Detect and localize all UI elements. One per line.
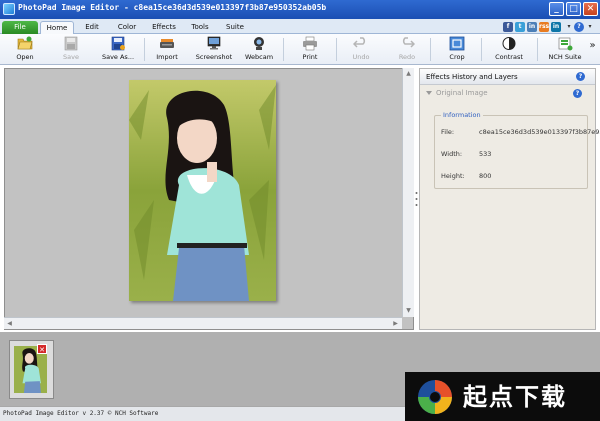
layer-item-original[interactable]: Original Image ?: [420, 87, 595, 100]
undo-label: Undo: [352, 53, 370, 61]
app-icon: [3, 3, 15, 15]
tab-tools[interactable]: Tools: [186, 21, 214, 34]
open-button[interactable]: Open: [8, 35, 42, 64]
open-label: Open: [16, 53, 34, 61]
tab-suite[interactable]: Suite: [222, 21, 248, 34]
collapse-triangle-icon[interactable]: [426, 91, 432, 95]
information-group: Information File: c8ea15ce36d3d539e01339…: [434, 111, 600, 189]
effects-history-panel: Effects History and Layers ? Original Im…: [419, 68, 600, 330]
minimize-button[interactable]: _: [549, 2, 564, 16]
save-as-label: Save As...: [101, 53, 135, 61]
save-as-icon: [111, 36, 125, 51]
contrast-button[interactable]: Contrast: [491, 35, 527, 64]
contrast-icon: [502, 37, 516, 50]
printer-icon: [303, 36, 317, 51]
toolbar: Open Save Save As... Import Screenshot W…: [0, 34, 600, 65]
file-label: File:: [441, 128, 455, 136]
watermark-logo-icon: [418, 380, 452, 414]
panel-title: Effects History and Layers: [426, 73, 518, 81]
undo-icon: [353, 37, 366, 48]
webcam-label: Webcam: [244, 53, 274, 61]
redo-button[interactable]: Redo: [394, 35, 420, 64]
save-as-button[interactable]: Save As...: [98, 35, 138, 64]
maximize-button[interactable]: □: [566, 2, 581, 16]
redo-label: Redo: [398, 53, 416, 61]
print-label: Print: [302, 53, 318, 61]
window-title: PhotoPad Image Editor - c8ea15ce36d3d539…: [18, 3, 327, 12]
watermark-text: 起点下载: [463, 383, 567, 411]
webcam-button[interactable]: Webcam: [243, 35, 275, 64]
import-label: Import: [156, 53, 178, 61]
layer-name: Original Image: [436, 89, 488, 97]
panel-splitter-handle[interactable]: [415, 190, 418, 208]
facebook-icon[interactable]: f: [503, 22, 513, 32]
tab-home[interactable]: Home: [40, 21, 74, 34]
scanner-icon: [160, 39, 174, 48]
redo-icon: [402, 37, 415, 48]
toolbar-separator: [430, 38, 431, 61]
toolbar-separator: [537, 38, 538, 61]
tab-effects[interactable]: Effects: [148, 21, 180, 34]
toolbar-separator: [481, 38, 482, 61]
scroll-up-icon[interactable]: ▲: [403, 68, 414, 79]
toolbar-separator: [336, 38, 337, 61]
nch-suite-button[interactable]: NCH Suite: [545, 35, 585, 64]
tab-color[interactable]: Color: [112, 21, 142, 34]
floppy-disk-icon: [64, 36, 78, 51]
tab-edit[interactable]: Edit: [78, 21, 106, 34]
undo-button[interactable]: Undo: [348, 35, 374, 64]
rss-icon[interactable]: rss: [539, 22, 549, 32]
photo-image: [129, 80, 276, 301]
canvas-vertical-scrollbar[interactable]: ▲ ▼: [402, 68, 414, 317]
watermark-banner: 起点下载: [405, 372, 600, 421]
crop-button[interactable]: Crop: [443, 35, 471, 64]
edited-photo[interactable]: [129, 80, 276, 301]
twitter-icon[interactable]: t: [515, 22, 525, 32]
status-text: PhotoPad Image Editor v 2.37 © NCH Softw…: [3, 410, 159, 417]
layer-help-icon[interactable]: ?: [573, 89, 582, 98]
close-button[interactable]: ✕: [583, 2, 598, 16]
file-value: c8ea15ce36d3d539e013397f3b87e95: [479, 128, 600, 136]
height-value: 800: [479, 172, 492, 180]
webcam-icon: [254, 37, 264, 50]
tab-file[interactable]: File: [2, 21, 38, 34]
panel-help-icon[interactable]: ?: [576, 72, 585, 81]
crop-icon: [449, 36, 465, 51]
width-label: Width:: [441, 150, 463, 158]
canvas-horizontal-scrollbar[interactable]: ◀ ▶: [4, 317, 402, 329]
chevron-down-icon[interactable]: ▾: [564, 22, 574, 32]
linkedin-icon[interactable]: in: [551, 22, 561, 32]
crop-label: Crop: [449, 53, 465, 61]
digg-icon[interactable]: in: [527, 22, 537, 32]
width-value: 533: [479, 150, 492, 158]
screenshot-button[interactable]: Screenshot: [192, 35, 236, 64]
title-bar: PhotoPad Image Editor - c8ea15ce36d3d539…: [0, 0, 600, 19]
information-legend: Information: [441, 111, 483, 119]
scroll-left-icon[interactable]: ◀: [4, 318, 15, 329]
import-button[interactable]: Import: [150, 35, 184, 64]
save-button[interactable]: Save: [56, 35, 86, 64]
menu-tab-row: File Home Edit Color Effects Tools Suite…: [0, 19, 600, 34]
panel-header: Effects History and Layers ?: [420, 69, 595, 85]
print-button[interactable]: Print: [296, 35, 324, 64]
scroll-right-icon[interactable]: ▶: [390, 318, 401, 329]
screenshot-icon: [207, 36, 221, 50]
scroll-down-icon[interactable]: ▼: [403, 305, 414, 316]
help-dropdown-icon[interactable]: ▾: [585, 22, 595, 32]
nch-suite-icon: [558, 37, 573, 51]
screenshot-label: Screenshot: [195, 53, 233, 61]
help-icon[interactable]: ?: [574, 22, 584, 32]
thumbnail-close-button[interactable]: ✕: [37, 344, 47, 354]
toolbar-separator: [283, 38, 284, 61]
toolbar-separator: [144, 38, 145, 61]
height-label: Height:: [441, 172, 465, 180]
open-folder-icon: [17, 36, 33, 50]
contrast-label: Contrast: [495, 53, 523, 61]
toolbar-more-button[interactable]: »: [587, 35, 598, 64]
save-label: Save: [63, 53, 79, 61]
nch-suite-label: NCH Suite: [548, 53, 582, 61]
